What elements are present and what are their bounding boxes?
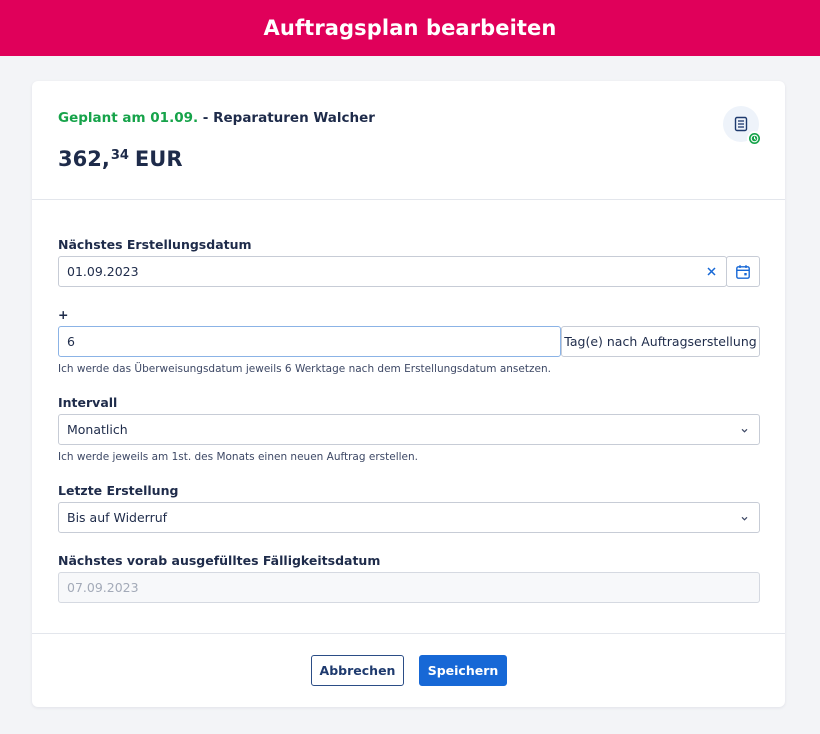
next-creation-label: Nächstes Erstellungsdatum [58,237,252,252]
calendar-icon [736,264,750,279]
page-header: Auftragsplan bearbeiten [0,0,820,56]
document-list-icon [723,106,762,146]
interval-hint: Ich werde jeweils am 1st. des Monats ein… [58,451,418,463]
next-due-date-value: 07.09.2023 [67,580,139,595]
clock-badge-icon [747,131,762,146]
next-creation-date-value: 01.09.2023 [67,264,139,279]
next-creation-date-input[interactable]: 01.09.2023 [58,256,727,287]
amount-currency: EUR [134,147,183,171]
footer-divider [32,633,785,634]
last-creation-selected-value: Bis auf Widerruf [67,510,168,525]
plan-summary: Geplant am 01.09. - Reparaturen Walcher … [32,81,785,200]
edit-plan-card: Geplant am 01.09. - Reparaturen Walcher … [32,81,785,707]
calendar-button[interactable] [726,256,760,287]
amount-decimal: 34 [110,148,129,163]
recipient-name: - Reparaturen Walcher [198,110,375,126]
plan-title-line: Geplant am 01.09. - Reparaturen Walcher [58,110,375,126]
next-due-date-input: 07.09.2023 [58,572,760,603]
next-due-label: Nächstes vorab ausgefülltes Fälligkeitsd… [58,553,381,568]
cancel-button[interactable]: Abbrechen [311,655,404,686]
clear-icon[interactable] [705,265,718,278]
chevron-down-icon [741,516,748,521]
offset-days-value: 6 [67,334,75,349]
planned-date-text: Geplant am 01.09. [58,110,199,126]
chevron-down-icon [741,428,748,433]
last-creation-select[interactable]: Bis auf Widerruf [58,502,760,533]
interval-label: Intervall [58,395,118,410]
offset-hint: Ich werde das Überweisungsdatum jeweils … [58,363,551,375]
last-creation-label: Letzte Erstellung [58,483,179,498]
document-list-icon-glyph [734,116,748,132]
interval-select[interactable]: Monatlich [58,414,760,445]
amount-integer: 362, [58,147,110,171]
offset-plus-label: + [58,307,69,322]
save-button[interactable]: Speichern [419,655,507,686]
interval-selected-value: Monatlich [67,422,128,437]
offset-unit-addon: Tag(e) nach Auftragserstellung [561,326,760,357]
plan-amount: 362,34 EUR [58,147,183,171]
page-title: Auftragsplan bearbeiten [263,16,557,40]
offset-days-input[interactable]: 6 [58,326,561,357]
